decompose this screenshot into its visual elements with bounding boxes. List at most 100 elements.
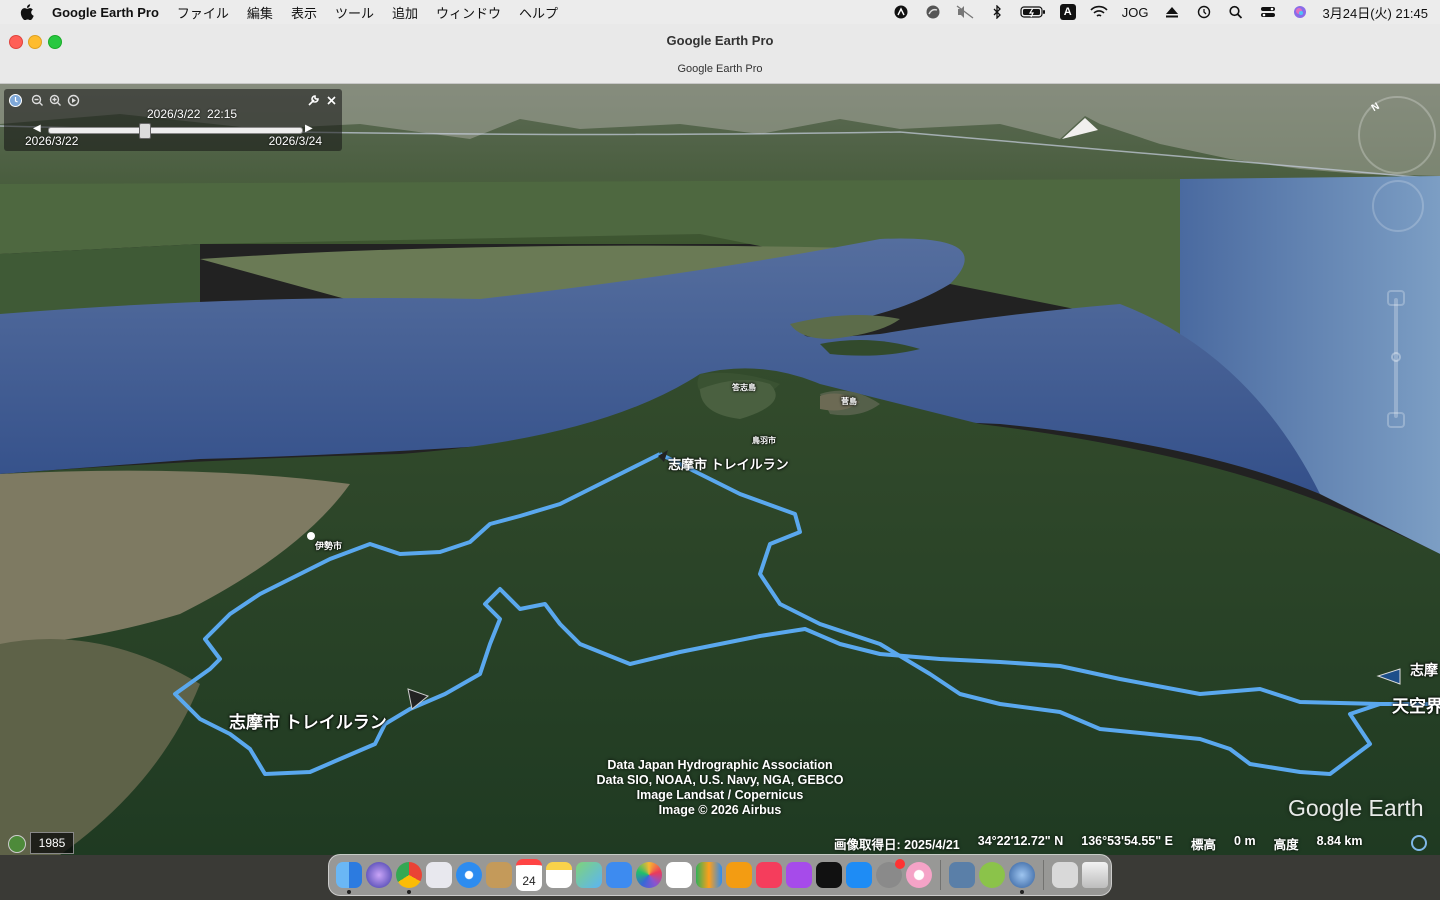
- tab-title[interactable]: Google Earth Pro: [0, 63, 1440, 75]
- navigation-compass[interactable]: N: [1358, 96, 1436, 174]
- city-label-ise[interactable]: 伊勢市: [315, 539, 342, 552]
- dock: 24: [328, 854, 1112, 896]
- wave-mute-icon[interactable]: [956, 5, 974, 19]
- placemark-label-tenku[interactable]: 天空界: [1392, 692, 1440, 717]
- image-date: 画像取得日: 2025/4/21: [834, 838, 960, 852]
- streaming-status-icon: [1411, 835, 1427, 851]
- play-time-icon[interactable]: [67, 94, 80, 107]
- apple-tv-icon[interactable]: [816, 862, 842, 888]
- donut-app-icon[interactable]: [906, 862, 932, 888]
- window-title: Google Earth Pro: [666, 33, 774, 48]
- eject-icon[interactable]: [1163, 5, 1181, 19]
- zoom-out-time-icon[interactable]: [31, 94, 44, 107]
- time-next-icon[interactable]: ▶: [305, 123, 315, 134]
- time-end: 2026/3/24: [268, 134, 322, 148]
- attribution-line: Data Japan Hydrographic Association: [607, 758, 833, 772]
- maps-icon[interactable]: [576, 862, 602, 888]
- window-titlebar: Google Earth Pro: [0, 24, 1440, 58]
- photos-icon[interactable]: [636, 862, 662, 888]
- menu-help[interactable]: ヘルプ: [519, 3, 558, 22]
- search-icon[interactable]: [1227, 5, 1245, 19]
- time-prev-icon[interactable]: ◀: [33, 123, 43, 134]
- elevation-value: 0 m: [1234, 834, 1256, 848]
- menu-window[interactable]: ウィンドウ: [436, 3, 501, 22]
- menu-bar: Google Earth Pro ファイル 編集 表示 ツール 追加 ウィンドウ…: [0, 0, 1440, 24]
- podcasts-icon[interactable]: [786, 862, 812, 888]
- imagery-attribution: Data Japan Hydrographic Association Data…: [560, 758, 880, 818]
- siri-icon[interactable]: [1291, 5, 1309, 19]
- menu-app-name[interactable]: Google Earth Pro: [52, 5, 159, 20]
- books-icon[interactable]: [726, 862, 752, 888]
- placemark-label-shima[interactable]: 志摩: [1410, 660, 1438, 680]
- zoom-out-icon[interactable]: [1387, 412, 1405, 428]
- battery-icon[interactable]: [1020, 5, 1046, 19]
- numbers-icon[interactable]: [696, 862, 722, 888]
- preview-icon[interactable]: [949, 862, 975, 888]
- vpn-icon[interactable]: [892, 5, 910, 19]
- zoom-handle[interactable]: [1391, 352, 1401, 362]
- latitude: 34°22'12.72" N: [977, 834, 1064, 848]
- finder-icon[interactable]: [336, 862, 362, 894]
- menu-edit[interactable]: 編集: [247, 3, 273, 22]
- siri-icon[interactable]: [366, 862, 392, 888]
- historical-year[interactable]: 1985: [30, 832, 74, 854]
- system-settings-icon[interactable]: [876, 859, 905, 888]
- time-current: 2026/3/22 22:15: [147, 107, 238, 121]
- altitude-label: 高度: [1273, 838, 1299, 852]
- menu-status-area: A JOG 3月24日(火) 21:45: [892, 0, 1428, 24]
- clock-icon[interactable]: [9, 94, 22, 107]
- zoom-slider[interactable]: [1387, 290, 1405, 430]
- time-slider-track[interactable]: [48, 123, 303, 139]
- island-label-suga[interactable]: 菅島: [841, 396, 857, 407]
- menu-tools[interactable]: ツール: [335, 3, 374, 22]
- city-label-toba[interactable]: 鳥羽市: [752, 435, 776, 446]
- screenshot-icon[interactable]: [1052, 862, 1078, 888]
- contacts-icon[interactable]: [486, 862, 512, 888]
- attribution-line: Image © 2026 Airbus: [658, 803, 782, 817]
- google-earth-pro-icon[interactable]: [1009, 862, 1035, 894]
- attribution-line: Image Landsat / Copernicus: [636, 788, 804, 802]
- safari-icon[interactable]: [456, 862, 482, 888]
- trail-label-main[interactable]: 志摩市 トレイルラン: [229, 708, 387, 733]
- time-machine-icon[interactable]: [1195, 5, 1213, 19]
- chrome-icon[interactable]: [396, 862, 422, 894]
- island-label-toshi[interactable]: 答志島: [732, 382, 756, 393]
- calendar-day: 24: [522, 874, 536, 888]
- clock[interactable]: 3月24日(火) 21:45: [1323, 3, 1429, 22]
- close-time-icon[interactable]: [325, 94, 338, 107]
- wifi-icon[interactable]: [1090, 5, 1108, 19]
- display-icon[interactable]: [924, 5, 942, 19]
- time-slider-thumb[interactable]: [138, 123, 151, 139]
- wrench-icon[interactable]: [307, 94, 320, 107]
- map-status-bar: 画像取得日: 2025/4/21 34°22'12.72" N 136°53'5…: [834, 834, 1362, 854]
- notes-icon[interactable]: [546, 862, 572, 888]
- freeform-icon[interactable]: [666, 862, 692, 888]
- time-start: 2026/3/22: [25, 134, 79, 148]
- menu-add[interactable]: 追加: [392, 3, 418, 22]
- mail-icon[interactable]: [606, 862, 632, 888]
- menu-file[interactable]: ファイル: [177, 3, 229, 22]
- north-icon[interactable]: N: [1370, 101, 1382, 114]
- app-store-icon[interactable]: [846, 862, 872, 888]
- historical-imagery-icon[interactable]: [8, 835, 26, 853]
- android-file-icon[interactable]: [979, 862, 1005, 888]
- music-icon[interactable]: [756, 862, 782, 888]
- altitude-value: 8.84 km: [1316, 834, 1363, 848]
- google-earth-logo: Google Earth: [1288, 795, 1424, 821]
- calendar-icon[interactable]: 24: [516, 859, 542, 891]
- input-mode-indicator[interactable]: A: [1059, 4, 1076, 20]
- launchpad-icon[interactable]: [426, 862, 452, 888]
- dock-separator: [1043, 860, 1044, 890]
- menu-view[interactable]: 表示: [291, 3, 317, 22]
- bluetooth-icon[interactable]: [988, 5, 1006, 19]
- trash-icon[interactable]: [1082, 862, 1108, 888]
- control-center-icon[interactable]: [1259, 5, 1277, 19]
- trail-label-top[interactable]: 志摩市 トレイルラン: [668, 454, 789, 473]
- zoom-in-icon[interactable]: [1387, 290, 1405, 306]
- dock-separator: [940, 860, 941, 890]
- jog-label[interactable]: JOG: [1122, 5, 1149, 20]
- elevation-label: 標高: [1191, 838, 1217, 852]
- zoom-in-time-icon[interactable]: [49, 94, 62, 107]
- look-joystick[interactable]: [1372, 180, 1424, 232]
- apple-menu-icon[interactable]: [20, 4, 34, 20]
